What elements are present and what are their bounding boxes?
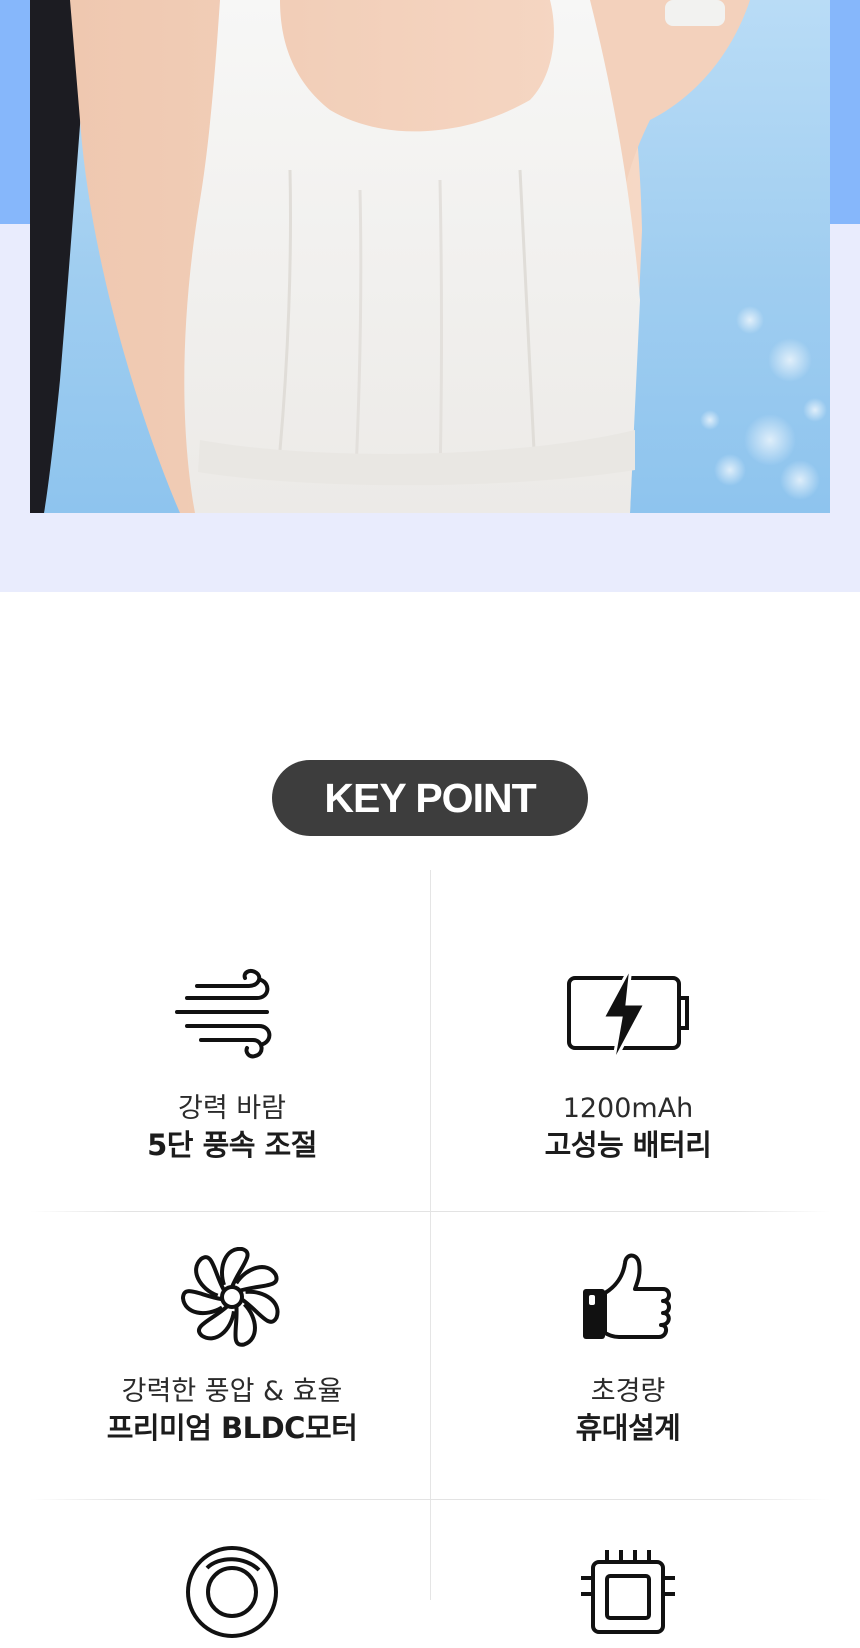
feature-ring: [32, 1538, 432, 1638]
feature-line2: 프리미엄 BLDC모터: [106, 1411, 358, 1445]
feature-motor: 강력한 풍압 & 효율 프리미엄 BLDC모터: [32, 1247, 432, 1447]
hero-photo: [30, 0, 830, 513]
chip-icon: [581, 1550, 675, 1634]
ring-icon: [186, 1546, 278, 1638]
key-point-title: KEY POINT: [272, 760, 588, 836]
feature-wind: 강력 바람 5단 풍속 조절: [32, 964, 432, 1164]
battery-icon: [567, 965, 689, 1064]
grid-divider-horizontal: [30, 1499, 830, 1500]
feature-line2: 5단 풍속 조절: [147, 1128, 317, 1162]
thumbs-up-icon: [583, 1253, 671, 1339]
feature-line2: 휴대설계: [575, 1411, 681, 1445]
feature-line2: 고성능 배터리: [544, 1128, 712, 1162]
feature-line1: 강력한 풍압 & 효율: [121, 1376, 343, 1407]
hero-illustration: [30, 0, 827, 513]
feature-line1: 강력 바람: [178, 1093, 286, 1124]
hero-section: [0, 0, 860, 592]
feature-line1: 1200mAh: [562, 1093, 694, 1124]
grid-divider-horizontal: [30, 1211, 830, 1212]
feature-line1: 초경량: [590, 1376, 666, 1407]
feature-battery: 1200mAh 고성능 배터리: [428, 964, 828, 1164]
feature-lightweight: 초경량 휴대설계: [428, 1247, 828, 1447]
wind-icon: [175, 968, 272, 1059]
feature-chip: [428, 1548, 828, 1648]
fan-blade-icon: [180, 1247, 280, 1347]
